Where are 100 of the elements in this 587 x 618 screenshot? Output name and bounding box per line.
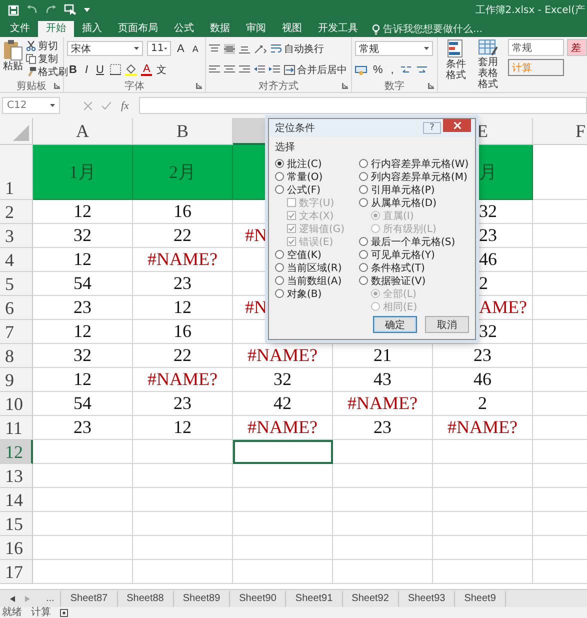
save-icon[interactable] (8, 4, 19, 16)
caret-icon (164, 46, 167, 50)
name-box[interactable]: C12 (2, 97, 60, 114)
formula-input[interactable] (138, 97, 587, 114)
align-right-icon[interactable] (239, 64, 250, 74)
redo-icon[interactable] (45, 5, 57, 15)
close-button[interactable] (443, 119, 471, 132)
radio-button[interactable]: 常量(O) (275, 170, 323, 183)
undo-icon[interactable] (26, 5, 38, 15)
border-icon[interactable] (110, 64, 121, 75)
grow-font-button[interactable]: A (175, 42, 186, 55)
row-header[interactable]: 6 (0, 296, 33, 320)
ribbon-tab[interactable]: 审阅 (238, 21, 274, 37)
row-header[interactable]: 12 (0, 440, 33, 464)
row-header[interactable]: 7 (0, 320, 33, 344)
radio-button[interactable]: 批注(C) (275, 157, 322, 170)
bottom-align-icon[interactable] (239, 44, 250, 54)
radio-button[interactable]: 空值(K) (275, 248, 322, 261)
cut-button[interactable]: 剪切 (26, 39, 68, 52)
dialog-button[interactable]: 确定 (373, 316, 417, 333)
cell-style-item[interactable]: 差 (567, 39, 587, 56)
radio-button[interactable]: 数据验证(V) (359, 274, 426, 287)
column-header[interactable]: A (33, 118, 133, 145)
top-align-icon[interactable] (209, 44, 220, 54)
caret-icon (134, 46, 139, 50)
ribbon-tab[interactable]: 文件 (2, 21, 38, 37)
touch-mode-icon[interactable] (64, 4, 77, 16)
row-header[interactable]: 1 (0, 145, 33, 200)
row-header[interactable]: 2 (0, 200, 33, 224)
row-header[interactable]: 9 (0, 368, 33, 392)
ribbon-tab[interactable]: 公式 (166, 21, 202, 37)
ribbon-tab[interactable]: 视图 (274, 21, 310, 37)
radio-button[interactable]: 当前区域(R) (275, 261, 342, 274)
customize-caret-icon[interactable] (84, 7, 90, 13)
radio-button[interactable]: 当前数组(A) (275, 274, 342, 287)
row-header[interactable]: 10 (0, 392, 33, 416)
paste-button[interactable]: 粘贴 (3, 39, 23, 80)
row-header[interactable]: 16 (0, 536, 33, 560)
shrink-font-button[interactable]: A (190, 42, 200, 55)
radio-button[interactable]: 引用单元格(P) (359, 183, 435, 196)
insert-function-button[interactable]: fx (121, 100, 129, 112)
row-header[interactable]: 11 (0, 416, 33, 440)
row-header[interactable]: 17 (0, 560, 33, 584)
dialog-button[interactable]: 取消 (425, 316, 469, 333)
copy-button[interactable]: 复制 (26, 52, 68, 65)
dialog-launcher-icon[interactable] (54, 83, 60, 89)
orientation-icon[interactable] (254, 44, 267, 54)
phonetic-button[interactable]: 文 (156, 63, 166, 76)
help-button[interactable]: ? (423, 122, 441, 134)
ribbon-tab[interactable]: 插入 (74, 21, 110, 37)
caret-icon (424, 46, 429, 50)
italic-button[interactable]: I (82, 63, 90, 76)
column-header[interactable]: F (533, 118, 587, 145)
format-painter-button[interactable]: 格式刷 (26, 65, 68, 78)
wrap-text-button[interactable]: 自动换行 (271, 42, 324, 55)
align-center-icon[interactable] (224, 64, 235, 74)
ribbon-tab[interactable]: 数据 (202, 21, 238, 37)
row-header[interactable]: 8 (0, 344, 33, 368)
previous-sheet-icon[interactable] (10, 596, 15, 602)
radio-button[interactable]: 公式(F) (275, 183, 321, 196)
dialog-launcher-icon[interactable] (428, 83, 434, 89)
font-name-field[interactable]: 宋体 (67, 41, 143, 56)
font-size-field[interactable]: 11 (147, 41, 171, 56)
ribbon-tab[interactable]: 页面布局 (110, 21, 166, 37)
column-header[interactable]: B (133, 118, 233, 145)
tell-me-field[interactable]: 告诉我您想要做什么... (372, 21, 513, 37)
increase-indent-icon[interactable] (269, 64, 280, 74)
fill-color-icon[interactable] (124, 64, 137, 76)
row-header[interactable]: 5 (0, 272, 33, 296)
align-left-icon[interactable] (209, 64, 220, 74)
row-header[interactable]: 3 (0, 224, 33, 248)
radio-button[interactable]: 条件格式(T) (359, 261, 425, 274)
macro-record-icon[interactable] (60, 608, 68, 616)
table-cell: 23 (433, 344, 533, 368)
ribbon-tab[interactable]: 开始 (38, 21, 74, 37)
dialog-launcher-icon[interactable] (196, 83, 202, 89)
format-as-table-button[interactable]: 套用 表格格式 (474, 39, 502, 90)
radio-button[interactable]: 可见单元格(Y) (359, 248, 435, 261)
bold-button[interactable]: B (67, 63, 79, 76)
cell-style-item[interactable]: 常规 (508, 39, 564, 56)
currency-icon[interactable] (355, 64, 367, 74)
table-cell: 32 (33, 224, 133, 248)
row-header[interactable]: 15 (0, 512, 33, 536)
font-color-button[interactable]: A (140, 64, 152, 76)
merge-center-button[interactable]: 合并后居中 (284, 63, 347, 76)
middle-align-icon[interactable] (224, 44, 235, 54)
row-header[interactable]: 14 (0, 488, 33, 512)
number-format-field[interactable]: 常规 (355, 41, 433, 56)
dialog-launcher-icon[interactable] (342, 83, 348, 89)
decrease-decimal-icon[interactable] (416, 64, 428, 74)
increase-decimal-icon[interactable] (400, 64, 412, 74)
row-header[interactable]: 4 (0, 248, 33, 272)
row-header[interactable]: 13 (0, 464, 33, 488)
decrease-indent-icon[interactable] (254, 64, 265, 74)
underline-button[interactable]: U (94, 63, 106, 76)
percent-button[interactable]: % (371, 63, 385, 76)
ribbon-tab[interactable]: 开发工具 (310, 21, 366, 37)
comma-button[interactable]: , (388, 63, 396, 76)
conditional-format-button[interactable]: 条件格式 (442, 39, 470, 81)
window-title: 工作簿2.xlsx - Excel(产 (475, 4, 586, 17)
